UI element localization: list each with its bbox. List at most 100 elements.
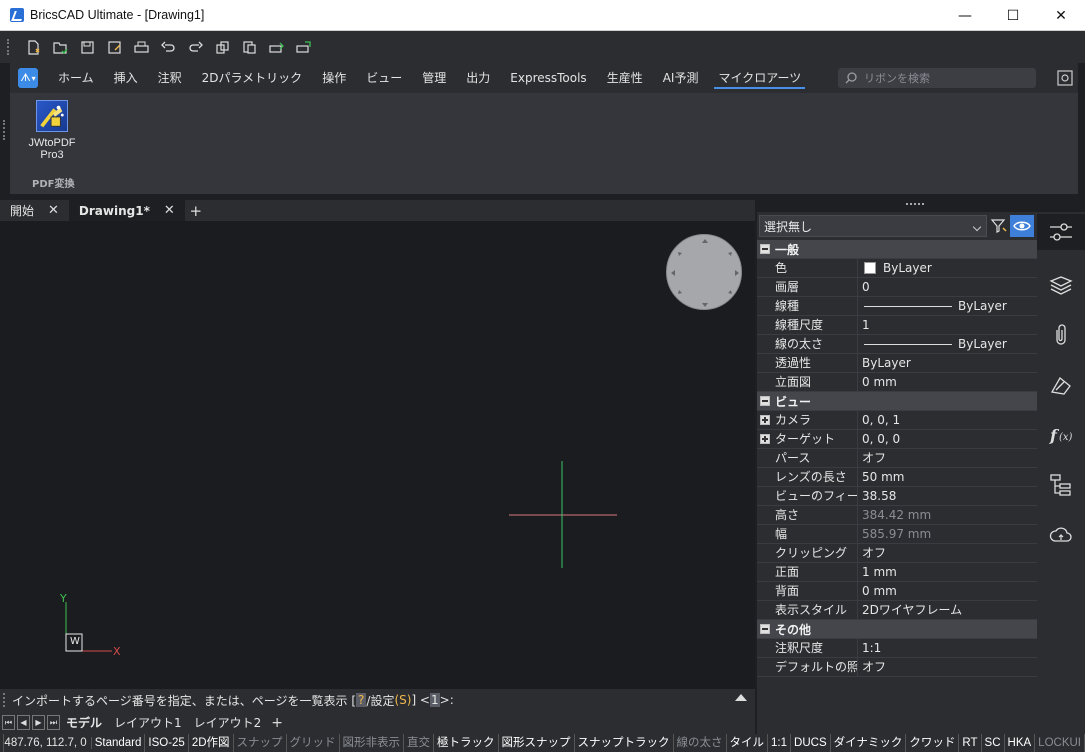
filter-icon[interactable] <box>990 217 1008 235</box>
publish-icon[interactable] <box>290 35 316 59</box>
ribbon-tab-expresstools[interactable]: ExpressTools <box>500 63 596 93</box>
status-toggle[interactable]: 2D作図 <box>189 734 234 752</box>
copy-clip-icon[interactable] <box>209 35 235 59</box>
command-option-key[interactable]: ? <box>356 693 367 707</box>
print-icon[interactable] <box>128 35 154 59</box>
drawing-canvas[interactable]: Y X W <box>0 221 755 689</box>
status-toggle[interactable]: タイル <box>727 734 769 752</box>
new-tab-button[interactable]: + <box>185 202 207 220</box>
status-toggle[interactable]: グリッド <box>287 734 340 752</box>
property-value[interactable]: 1:1 <box>858 639 881 658</box>
property-value[interactable]: 0, 0, 0 <box>858 430 900 449</box>
property-row[interactable]: 透過性 ByLayer <box>757 353 1037 373</box>
status-toggle[interactable]: DUCS <box>791 734 831 752</box>
property-row[interactable]: 注釈尺度 1:1 <box>757 638 1037 658</box>
ribbon-tab-parametric[interactable]: 2Dパラメトリック <box>192 63 313 93</box>
paste-icon[interactable] <box>236 35 262 59</box>
status-toggle[interactable]: LOCKUI <box>1035 734 1085 752</box>
ribbon-tab-home[interactable]: ホーム <box>48 63 104 93</box>
status-toggle[interactable]: スナップトラック <box>575 734 674 752</box>
layers-icon[interactable] <box>1043 268 1079 304</box>
eye-icon[interactable] <box>1010 215 1034 237</box>
expand-icon[interactable] <box>760 415 770 425</box>
status-toggle[interactable]: 極トラック <box>434 734 499 752</box>
property-row[interactable]: ターゲット 0, 0, 0 <box>757 429 1037 449</box>
status-toggle[interactable]: スナップ <box>234 734 287 752</box>
collapse-icon[interactable] <box>760 244 770 254</box>
minimize-button[interactable]: — <box>941 0 989 31</box>
structure-tree-icon[interactable] <box>1043 467 1079 503</box>
property-row[interactable]: 背面 0 mm <box>757 581 1037 601</box>
status-toggle[interactable]: 線の太さ <box>674 734 727 752</box>
ribbon-tab-modify[interactable]: 操作 <box>312 63 356 93</box>
status-toggle[interactable]: SC <box>982 734 1005 752</box>
expand-icon[interactable] <box>760 434 770 444</box>
property-value[interactable]: 2Dワイヤフレーム <box>858 601 962 620</box>
ribbon-tab-microarts[interactable]: マイクロアーツ <box>708 63 811 93</box>
property-section-header[interactable]: ビュー <box>757 392 1037 411</box>
ribbon-settings-icon[interactable] <box>1056 69 1074 87</box>
property-row[interactable]: カメラ 0, 0, 1 <box>757 410 1037 430</box>
toolbar-grip[interactable] <box>7 39 10 55</box>
close-icon[interactable]: ✕ <box>48 203 59 218</box>
close-button[interactable]: ✕ <box>1037 0 1085 31</box>
new-icon[interactable] <box>20 35 46 59</box>
property-value[interactable]: ByLayer <box>858 259 932 278</box>
status-toggle[interactable]: クワッド <box>906 734 960 752</box>
save-icon[interactable] <box>74 35 100 59</box>
command-option-s[interactable]: (S) <box>394 693 411 707</box>
open-icon[interactable] <box>47 35 73 59</box>
save-as-icon[interactable] <box>101 35 127 59</box>
expand-history-icon[interactable] <box>735 694 747 701</box>
tab-start[interactable]: 開始 ✕ <box>0 200 69 221</box>
formula-fx-icon[interactable]: f (x) <box>1043 417 1079 453</box>
property-row[interactable]: デフォルトの照明オフ <box>757 657 1037 677</box>
cloud-icon[interactable] <box>1043 517 1079 553</box>
property-value[interactable]: 0 mm <box>858 373 897 392</box>
ribbon-tab-view[interactable]: ビュー <box>356 63 412 93</box>
property-row[interactable]: パース オフ <box>757 448 1037 468</box>
property-row[interactable]: 線種尺度 1 <box>757 315 1037 335</box>
property-value[interactable]: オフ <box>858 658 886 677</box>
command-line[interactable]: インポートするページ番号を指定、または、ページを一覧表示 [?/設定 (S)] … <box>0 689 755 711</box>
status-toggle[interactable]: Standard <box>92 734 146 752</box>
ribbon-collapse-grip[interactable] <box>3 120 6 140</box>
status-toggle[interactable]: ダイナミック <box>831 734 907 752</box>
status-toggle[interactable]: 直交 <box>404 734 435 752</box>
property-value[interactable]: 1 mm <box>858 563 897 582</box>
plot-icon[interactable] <box>263 35 289 59</box>
collapse-icon[interactable] <box>760 396 770 406</box>
property-value[interactable]: 0 <box>858 278 870 297</box>
tab-layout1[interactable]: レイアウト1 <box>108 714 188 731</box>
property-row[interactable]: レンズの長さ 50 mm <box>757 467 1037 487</box>
ribbon-search-input[interactable]: リボンを検索 <box>838 68 1036 88</box>
status-toggle[interactable]: 図形スナップ <box>499 734 575 752</box>
property-value[interactable]: 0 mm <box>858 582 897 601</box>
selection-dropdown[interactable]: 選択無し <box>759 215 987 237</box>
property-row[interactable]: ビューのフィールド 38.58 <box>757 486 1037 506</box>
last-layout-icon[interactable]: ⏭ <box>47 715 60 730</box>
panel-splitter-grip[interactable] <box>906 203 924 206</box>
ribbon-tab-productivity[interactable]: 生産性 <box>597 63 653 93</box>
property-row[interactable]: クリッピング オフ <box>757 543 1037 563</box>
next-layout-icon[interactable]: ▶ <box>32 715 45 730</box>
property-value[interactable]: ByLayer <box>858 297 1007 316</box>
property-row[interactable]: 表示スタイル 2Dワイヤフレーム <box>757 600 1037 620</box>
ribbon-tab-insert[interactable]: 挿入 <box>104 63 148 93</box>
tab-layout2[interactable]: レイアウト2 <box>188 714 268 731</box>
drawing-explorer-icon[interactable] <box>1043 367 1079 403</box>
application-menu-button[interactable]: ᗑ ▾ <box>18 68 38 88</box>
property-value[interactable]: ByLayer <box>858 335 1007 354</box>
property-section-header[interactable]: その他 <box>757 620 1037 639</box>
property-row[interactable]: 線種 ByLayer <box>757 296 1037 316</box>
property-row[interactable]: 線の太さ ByLayer <box>757 334 1037 354</box>
status-toggle[interactable]: 1:1 <box>768 734 792 752</box>
add-layout-button[interactable]: + <box>267 715 287 731</box>
status-toggle[interactable]: 図形非表示 <box>340 734 405 752</box>
property-row[interactable]: 画層 0 <box>757 277 1037 297</box>
property-value[interactable]: 0, 0, 1 <box>858 411 900 430</box>
tab-model[interactable]: モデル <box>60 714 108 731</box>
property-row[interactable]: 立面図 0 mm <box>757 372 1037 392</box>
close-icon[interactable]: ✕ <box>164 203 175 218</box>
property-value[interactable]: オフ <box>858 544 886 563</box>
